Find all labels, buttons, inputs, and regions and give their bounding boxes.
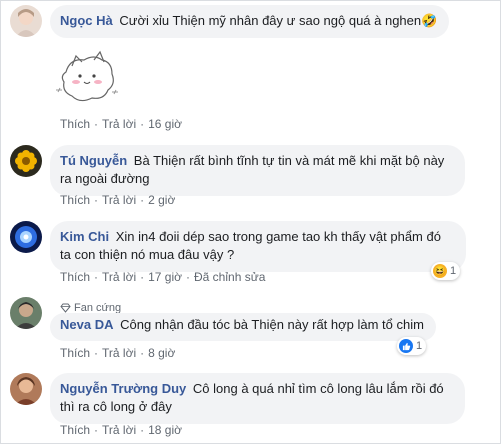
comment-actions: Thích · Trả lời · 16 giờ	[60, 117, 182, 131]
reply-link[interactable]: Trả lời	[102, 346, 136, 360]
reaction-number: 1	[450, 265, 457, 277]
like-link[interactable]: Thích	[60, 346, 90, 360]
comment-actions: Thích · Trả lời · 18 giờ	[60, 423, 182, 437]
like-icon	[399, 339, 413, 353]
timestamp[interactable]: 8 giờ	[148, 346, 175, 360]
timestamp[interactable]: 17 giờ	[148, 270, 182, 284]
comment-bubble: Tú Nguyễn Bà Thiện rất bình tĩnh tự tin …	[50, 145, 465, 196]
edited-label[interactable]: Đã chỉnh sửa	[194, 270, 265, 284]
like-link[interactable]: Thích	[60, 423, 90, 437]
avatar[interactable]	[10, 297, 42, 329]
timestamp[interactable]: 16 giờ	[148, 117, 182, 131]
commenter-name[interactable]: Nguyễn Trường Duy	[60, 381, 186, 396]
avatar[interactable]	[10, 221, 42, 253]
commenter-name[interactable]: Neva DA	[60, 317, 113, 332]
avatar[interactable]	[10, 5, 42, 37]
reaction-number: 1	[416, 340, 423, 352]
comment-bubble: Kim Chi Xin in4 đoii dép sao trong game …	[50, 221, 466, 272]
cat-sticker-icon	[56, 50, 118, 102]
reaction-count[interactable]: 1	[397, 337, 427, 355]
reply-link[interactable]: Trả lời	[102, 270, 136, 284]
like-link[interactable]: Thích	[60, 270, 90, 284]
avatar[interactable]	[10, 373, 42, 405]
timestamp[interactable]: 18 giờ	[148, 423, 182, 437]
reply-link[interactable]: Trả lời	[102, 423, 136, 437]
commenter-name[interactable]: Tú Nguyễn	[60, 153, 127, 168]
comment-bubble: Ngọc Hà Cười xỉu Thiện mỹ nhân đây ư sao…	[50, 5, 450, 38]
reply-link[interactable]: Trả lời	[102, 193, 136, 207]
reaction-count[interactable]: 😆 1	[431, 262, 461, 280]
diamond-icon	[60, 303, 71, 313]
comment-actions: Thích · Trả lời · 8 giờ	[60, 346, 176, 360]
haha-icon: 😆	[433, 264, 447, 278]
timestamp[interactable]: 2 giờ	[148, 193, 175, 207]
rofl-emoji-icon: 🤣	[421, 13, 438, 28]
comment-bubble: Nguyễn Trường Duy Cô long à quá nhỉ tìm …	[50, 373, 465, 424]
reply-link[interactable]: Trả lời	[102, 117, 136, 131]
like-link[interactable]: Thích	[60, 117, 90, 131]
commenter-name[interactable]: Kim Chi	[60, 229, 109, 244]
comment-bubble: Neva DA Công nhận đầu tóc bà Thiện này r…	[50, 313, 436, 341]
comment-text: Công nhận đầu tóc bà Thiện này rất hợp l…	[120, 317, 424, 332]
comment-text: Cười xỉu Thiện mỹ nhân đây ư sao ngộ quá…	[119, 13, 422, 28]
commenter-name[interactable]: Ngọc Hà	[60, 13, 113, 28]
like-link[interactable]: Thích	[60, 193, 90, 207]
avatar[interactable]	[10, 145, 42, 177]
comment-actions: Thích · Trả lời · 17 giờ · Đã chỉnh sửa	[60, 270, 266, 284]
comment-actions: Thích · Trả lời · 2 giờ	[60, 193, 176, 207]
comment-text: Xin in4 đoii dép sao trong game tao kh t…	[60, 229, 441, 262]
